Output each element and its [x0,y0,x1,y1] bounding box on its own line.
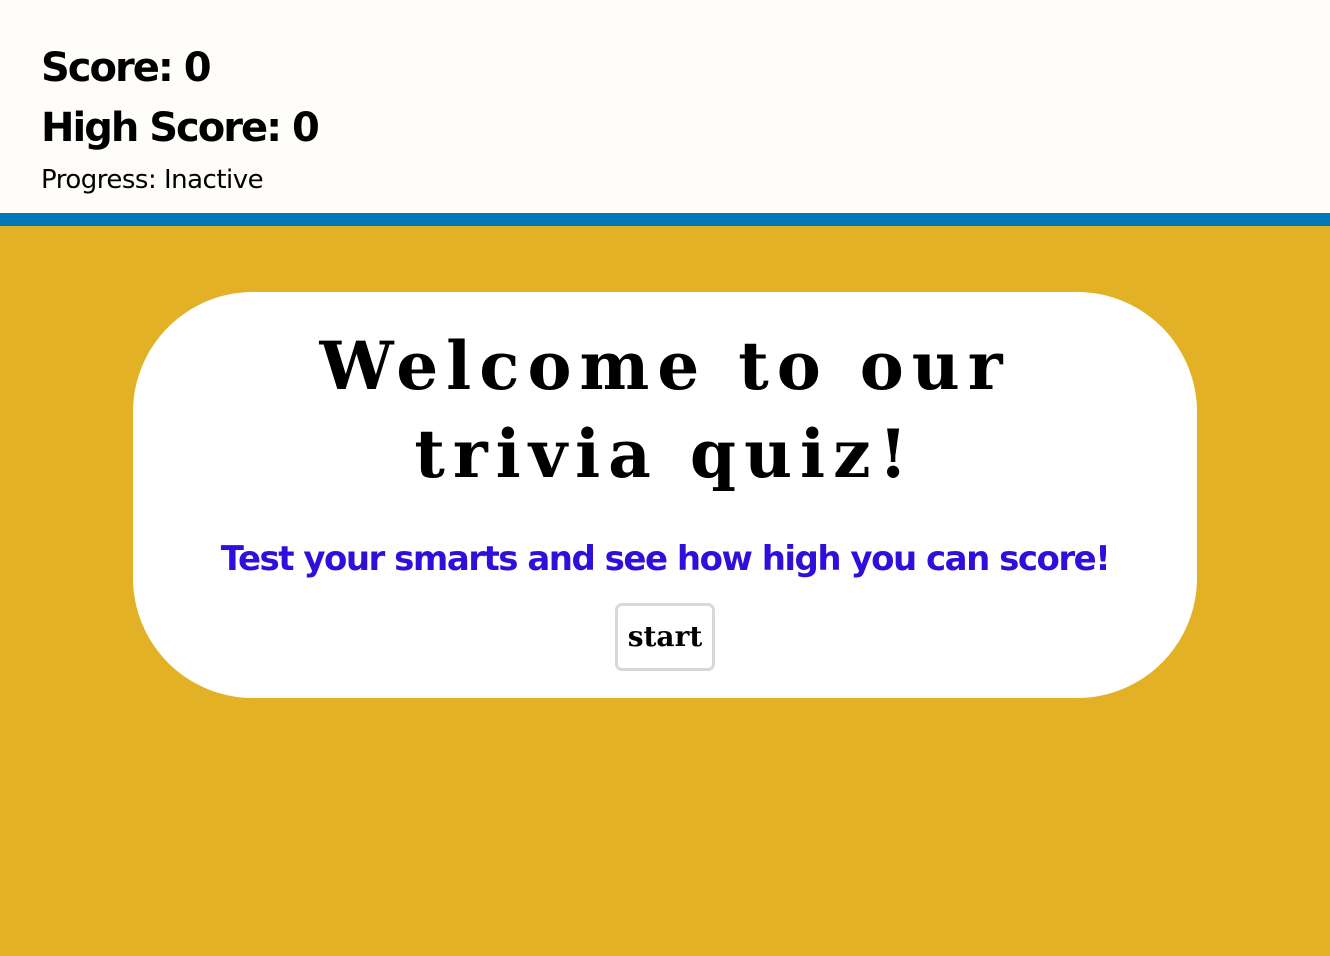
header-divider [0,213,1330,226]
welcome-subtitle: Test your smarts and see how high you ca… [220,539,1111,579]
welcome-title: Welcome to our trivia quiz! [0,322,1330,498]
progress-status: Progress: Inactive [41,165,264,195]
high-score-display: High Score: 0 [41,105,320,151]
welcome-title-line-2: trivia quiz! [414,415,916,493]
welcome-title-line-1: Welcome to our [319,327,1011,405]
start-button[interactable]: start [615,603,715,671]
score-display: Score: 0 [41,45,212,91]
